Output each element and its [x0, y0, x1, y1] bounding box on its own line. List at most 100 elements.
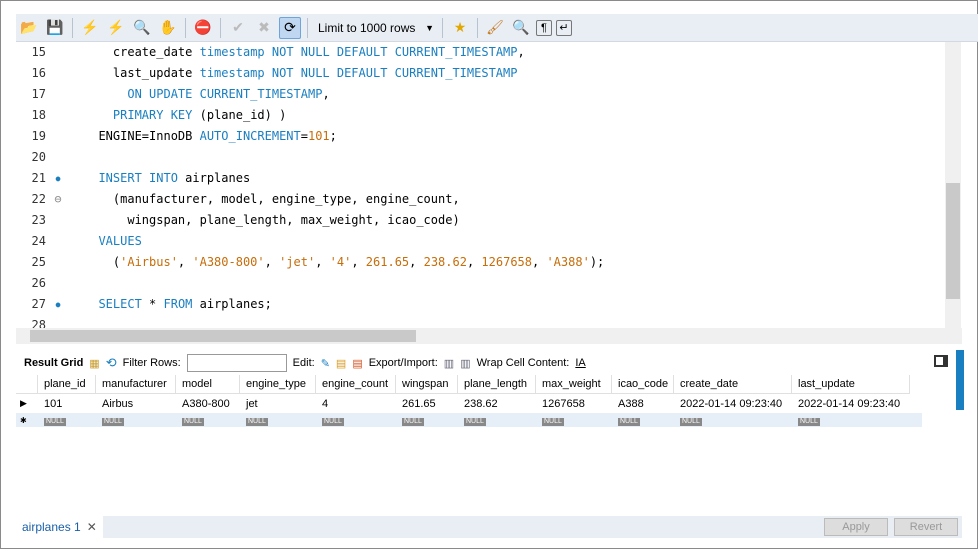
column-header[interactable]: manufacturer — [96, 375, 176, 394]
table-cell[interactable]: 4 — [316, 398, 396, 410]
column-header[interactable]: engine_count — [316, 375, 396, 394]
table-cell[interactable]: NULL — [458, 414, 536, 426]
table-cell[interactable]: jet — [240, 398, 316, 410]
line-number: 17 — [31, 87, 46, 101]
rollback-icon[interactable]: ✖ — [253, 17, 275, 39]
limit-rows-select[interactable]: Limit to 1000 rows ▼ — [314, 18, 438, 38]
table-cell[interactable]: A380-800 — [176, 398, 240, 410]
panel-toggle-icon[interactable] — [934, 355, 948, 367]
statement-marker-icon[interactable]: ● — [52, 294, 64, 315]
code-line[interactable]: 22 ⊖ (manufacturer, model, engine_type, e… — [16, 189, 946, 210]
table-cell[interactable]: NULL — [792, 414, 910, 426]
column-header[interactable]: last_update — [792, 375, 910, 394]
line-number: 24 — [31, 234, 46, 248]
editor-horizontal-scroll-thumb[interactable] — [30, 330, 416, 342]
sql-editor[interactable]: 15 create_date timestamp NOT NULL DEFAUL… — [16, 42, 962, 328]
table-cell[interactable]: 261.65 — [396, 398, 458, 410]
beautify-icon[interactable]: 🖌 — [484, 17, 506, 39]
code-line[interactable]: 25 ('Airbus', 'A380-800', 'jet', '4', 26… — [16, 252, 946, 273]
code-line[interactable]: 26 — [16, 273, 946, 294]
table-row[interactable]: ▶ 101 Airbus A380-800 jet 4 261.65 238.62 126765… — [16, 394, 922, 413]
table-cell[interactable]: 2022-01-14 09:23:40 — [792, 398, 910, 410]
code-line[interactable]: 18 PRIMARY KEY (plane_id) ) — [16, 105, 946, 126]
result-grid-label[interactable]: Result Grid — [24, 357, 83, 369]
column-header[interactable]: icao_code — [612, 375, 674, 394]
favorite-icon[interactable]: ★ — [449, 17, 471, 39]
filter-rows-input[interactable] — [186, 354, 287, 372]
table-cell[interactable]: NULL — [38, 414, 96, 426]
edit-row-icon[interactable]: ✎ — [321, 357, 330, 370]
close-icon[interactable]: ✕ — [87, 520, 97, 534]
stop-icon[interactable]: ✋ — [157, 17, 179, 39]
code-text: last_update timestamp NOT NULL DEFAULT C… — [84, 66, 518, 80]
column-header[interactable]: plane_id — [38, 375, 96, 394]
null-badge: NULL — [322, 418, 344, 426]
delete-row-icon[interactable]: ▤ — [352, 357, 362, 370]
table-cell[interactable]: 238.62 — [458, 398, 536, 410]
wrap-cell-icon[interactable]: IA — [575, 357, 585, 369]
line-number: 15 — [31, 45, 46, 59]
code-text: create_date timestamp NOT NULL DEFAULT C… — [112, 45, 525, 59]
tab-airplanes-1[interactable]: airplanes 1 ✕ — [16, 516, 103, 538]
table-cell[interactable]: NULL — [96, 414, 176, 426]
code-line[interactable]: 15 create_date timestamp NOT NULL DEFAUL… — [16, 42, 946, 63]
revert-button[interactable]: Revert — [894, 518, 958, 536]
add-row-icon[interactable]: ▤ — [336, 357, 346, 370]
table-cell[interactable]: Airbus — [96, 398, 176, 410]
open-folder-icon[interactable]: 📂 — [18, 17, 40, 39]
commit-icon[interactable]: ✔ — [227, 17, 249, 39]
refresh-icon[interactable]: ⟲ — [106, 355, 117, 371]
column-header[interactable]: model — [176, 375, 240, 394]
code-line[interactable]: 21 ● INSERT INTO airplanes — [16, 168, 946, 189]
table-cell[interactable]: NULL — [612, 414, 674, 426]
autocommit-icon[interactable]: ⟳ — [279, 16, 301, 39]
filter-rows-label: Filter Rows: — [122, 357, 181, 369]
table-cell[interactable]: 2022-01-14 09:23:40 — [674, 398, 792, 410]
explain-icon[interactable]: 🔍 — [131, 17, 153, 39]
code-line[interactable]: 19 ENGINE=InnoDB AUTO_INCREMENT=101; — [16, 126, 946, 147]
code-text: ENGINE=InnoDB AUTO_INCREMENT=101; — [84, 129, 337, 143]
table-cell[interactable]: NULL — [536, 414, 612, 426]
code-line[interactable]: 16 last_update timestamp NOT NULL DEFAUL… — [16, 63, 946, 84]
toggle-continue-icon[interactable]: ⛔ — [192, 17, 214, 39]
save-icon[interactable]: 💾 — [44, 17, 66, 39]
code-line[interactable]: 17 ON UPDATE CURRENT_TIMESTAMP, — [16, 84, 946, 105]
editor-vertical-scroll-thumb[interactable] — [946, 183, 960, 299]
grid-icon[interactable]: ▦ — [89, 357, 99, 370]
table-cell[interactable]: NULL — [176, 414, 240, 426]
statement-marker-icon[interactable]: ● — [52, 168, 64, 189]
column-header[interactable]: plane_length — [458, 375, 536, 394]
side-panel-tab[interactable] — [956, 350, 964, 410]
column-header[interactable]: max_weight — [536, 375, 612, 394]
find-icon[interactable]: 🔍 — [510, 17, 532, 39]
code-line[interactable]: 28 — [16, 315, 946, 328]
apply-button[interactable]: Apply — [824, 518, 888, 536]
row-selector-icon[interactable]: ▶ — [16, 398, 38, 409]
edit-label: Edit: — [292, 357, 315, 369]
code-line[interactable]: 27 ● SELECT * FROM airplanes; — [16, 294, 946, 315]
table-cell[interactable]: A388 — [612, 398, 674, 410]
table-cell[interactable]: NULL — [674, 414, 792, 426]
fold-icon[interactable]: ⊖ — [52, 189, 64, 210]
table-cell[interactable]: 101 — [38, 398, 96, 410]
export-icon[interactable]: ▥ — [444, 357, 454, 370]
wrap-icon[interactable]: ↵ — [556, 19, 572, 36]
execute-current-icon[interactable]: ⚡ — [105, 17, 127, 39]
table-cell[interactable]: NULL — [240, 414, 316, 426]
table-cell[interactable]: NULL — [396, 414, 458, 426]
new-row[interactable]: ✱ NULL NULL NULL NULL NULL NULL NULL NULL NULL NUL… — [16, 413, 922, 427]
column-header[interactable]: wingspan — [396, 375, 458, 394]
invisible-chars-icon[interactable]: ¶ — [536, 19, 552, 36]
code-line[interactable]: 24 VALUES — [16, 231, 946, 252]
line-number: 20 — [31, 150, 46, 164]
code-line[interactable]: 20 — [16, 147, 946, 168]
result-tabs: airplanes 1 ✕ — [16, 516, 962, 538]
tab-label: airplanes 1 — [22, 520, 81, 534]
execute-icon[interactable]: ⚡ — [79, 17, 101, 39]
code-line[interactable]: 23 wingspan, plane_length, max_weight, i… — [16, 210, 946, 231]
column-header[interactable]: engine_type — [240, 375, 316, 394]
column-header[interactable]: create_date — [674, 375, 792, 394]
table-cell[interactable]: 1267658 — [536, 398, 612, 410]
import-icon[interactable]: ▥ — [460, 357, 470, 370]
table-cell[interactable]: NULL — [316, 414, 396, 426]
